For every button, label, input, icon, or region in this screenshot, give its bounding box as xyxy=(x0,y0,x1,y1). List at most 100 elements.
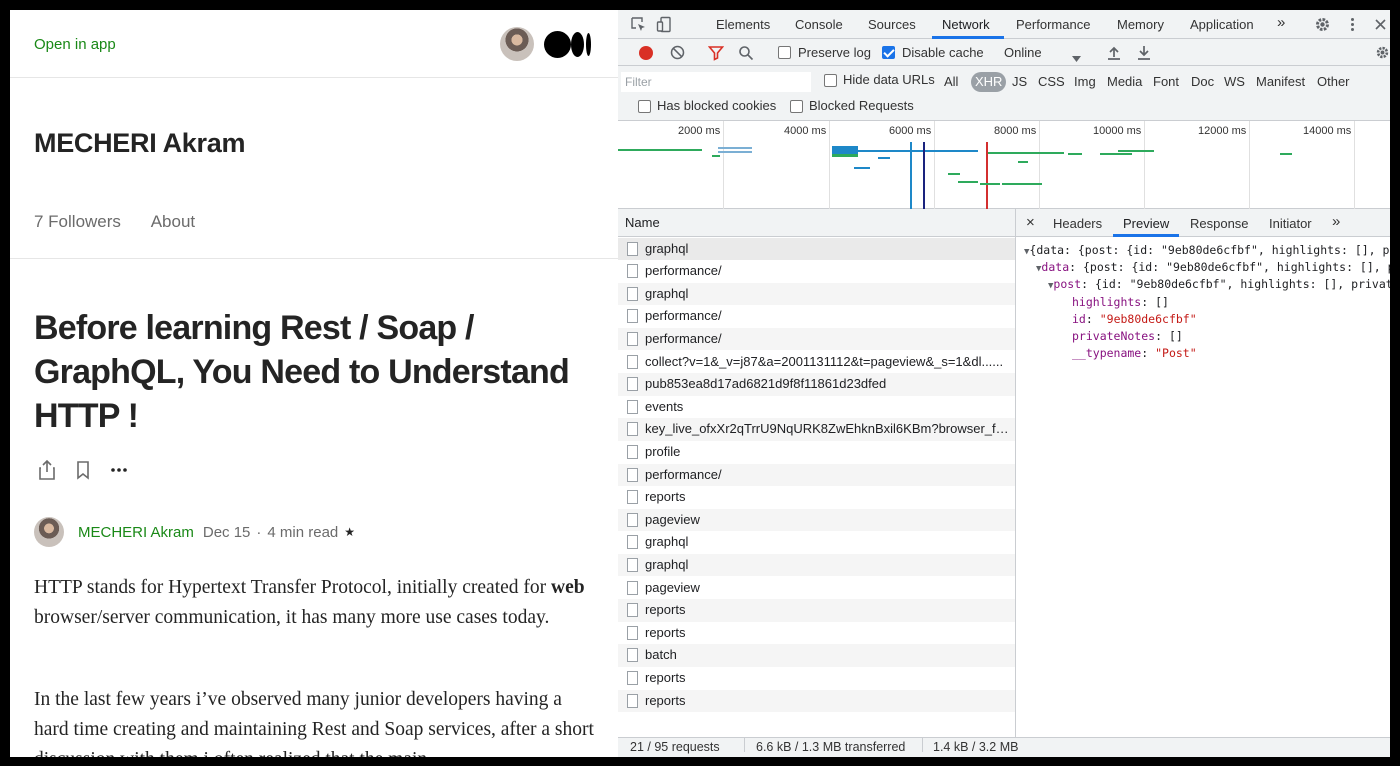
request-row[interactable]: profile xyxy=(618,441,1015,464)
bookmark-icon[interactable] xyxy=(72,459,94,481)
file-icon xyxy=(627,286,638,301)
tab-network[interactable]: Network xyxy=(942,17,990,32)
request-row[interactable]: reports xyxy=(618,486,1015,509)
request-row[interactable]: graphql xyxy=(618,531,1015,554)
close-detail-icon[interactable]: × xyxy=(1026,214,1035,231)
record-icon[interactable] xyxy=(639,46,653,60)
request-row[interactable]: performance/ xyxy=(618,260,1015,283)
request-name: profile xyxy=(645,443,681,459)
file-icon xyxy=(627,264,638,279)
chevron-down-icon[interactable] xyxy=(1072,50,1081,65)
json-highlights-line: highlights: [] xyxy=(1072,295,1169,309)
medium-logo[interactable] xyxy=(544,31,594,58)
device-toolbar-icon[interactable] xyxy=(656,16,673,33)
request-row[interactable]: batch xyxy=(618,644,1015,667)
request-row[interactable]: reports xyxy=(618,622,1015,645)
type-filter-all[interactable]: All xyxy=(944,72,958,92)
request-row[interactable]: graphql xyxy=(618,237,1015,261)
request-row[interactable]: performance/ xyxy=(618,327,1015,351)
request-row[interactable]: collect?v=1&_v=j87&a=2001131112&t=pagevi… xyxy=(618,351,1015,374)
file-icon xyxy=(627,693,638,708)
close-devtools-icon[interactable] xyxy=(1372,16,1389,33)
filter-icon[interactable] xyxy=(707,45,725,64)
preserve-log-checkbox[interactable] xyxy=(778,46,791,59)
settings-gear-icon[interactable] xyxy=(1314,16,1331,33)
request-row[interactable]: events xyxy=(618,396,1015,419)
request-row[interactable]: reports xyxy=(618,599,1015,622)
detail-tab-headers[interactable]: Headers xyxy=(1053,216,1102,231)
type-filter-manifest[interactable]: Manifest xyxy=(1256,72,1305,92)
export-har-icon[interactable] xyxy=(1137,45,1151,63)
followers-link[interactable]: 7 Followers xyxy=(34,212,121,231)
type-filter-css[interactable]: CSS xyxy=(1038,72,1065,92)
json-post-line[interactable]: ▼post: {id: "9eb80de6cfbf", highlights: … xyxy=(1048,276,1390,295)
more-detail-tabs-button[interactable]: » xyxy=(1332,213,1340,230)
profile-author-name[interactable]: MECHERI Akram xyxy=(34,128,245,159)
network-overview-timeline[interactable]: 2000 ms 4000 ms 6000 ms 8000 ms 10000 ms… xyxy=(618,121,1390,209)
tab-elements[interactable]: Elements xyxy=(716,17,770,32)
type-filter-xhr[interactable]: XHR xyxy=(971,72,1007,92)
hide-data-urls-label: Hide data URLs xyxy=(843,72,935,87)
hide-data-urls-checkbox[interactable] xyxy=(824,74,837,87)
tab-memory[interactable]: Memory xyxy=(1117,17,1164,32)
article-paragraph-1: HTTP stands for Hypertext Transfer Proto… xyxy=(34,573,594,633)
search-icon[interactable] xyxy=(738,45,754,64)
has-blocked-cookies-label: Has blocked cookies xyxy=(657,98,777,113)
type-filter-media[interactable]: Media xyxy=(1107,72,1142,92)
type-filter-img[interactable]: Img xyxy=(1074,72,1096,92)
inspect-element-icon[interactable] xyxy=(630,16,647,33)
tab-console[interactable]: Console xyxy=(795,17,843,32)
has-blocked-cookies-checkbox[interactable] xyxy=(638,100,651,113)
request-row[interactable]: graphql xyxy=(618,282,1015,306)
clear-icon[interactable] xyxy=(670,45,685,63)
tab-application[interactable]: Application xyxy=(1190,17,1254,32)
tab-performance[interactable]: Performance xyxy=(1016,17,1090,32)
network-status-bar: 21 / 95 requests 6.6 kB / 1.3 MB transfe… xyxy=(618,737,1390,757)
request-detail-panel: × Headers Preview Response Initiator » ▼… xyxy=(1016,209,1390,737)
detail-tab-preview[interactable]: Preview xyxy=(1123,216,1169,231)
detail-tab-response[interactable]: Response xyxy=(1190,216,1249,231)
request-row[interactable]: pageview xyxy=(618,577,1015,600)
resources-size: 1.4 kB / 3.2 MB xyxy=(933,740,1019,754)
request-name: reports xyxy=(645,669,686,685)
blocked-requests-checkbox[interactable] xyxy=(790,100,803,113)
type-filter-ws[interactable]: WS xyxy=(1224,72,1245,92)
request-row[interactable]: pageview xyxy=(618,508,1015,532)
request-row[interactable]: performance/ xyxy=(618,305,1015,328)
disable-cache-checkbox[interactable] xyxy=(882,46,895,59)
detail-tab-initiator[interactable]: Initiator xyxy=(1269,216,1312,231)
file-icon xyxy=(627,422,638,437)
kebab-menu-icon[interactable] xyxy=(1344,16,1361,33)
json-key: id xyxy=(1072,312,1086,326)
type-filter-js[interactable]: JS xyxy=(1012,72,1027,92)
request-row[interactable]: key_live_ofxXr2qTrrU9NqURK8ZwEhknBxil6KB… xyxy=(618,418,1015,441)
overview-waterfall-bars xyxy=(618,142,1292,209)
user-avatar[interactable] xyxy=(500,27,534,61)
tab-sources[interactable]: Sources xyxy=(868,17,916,32)
import-har-icon[interactable] xyxy=(1107,45,1121,63)
request-row[interactable]: performance/ xyxy=(618,463,1015,487)
about-link[interactable]: About xyxy=(151,212,195,231)
request-row[interactable]: reports xyxy=(618,667,1015,690)
json-summary: {id: "9eb80de6cfbf", highlights: [], pri… xyxy=(1094,277,1390,291)
open-in-app-link[interactable]: Open in app xyxy=(34,36,116,53)
name-column-header[interactable]: Name xyxy=(618,209,1015,237)
throttling-select[interactable]: Online xyxy=(1004,45,1042,60)
more-tabs-button[interactable]: » xyxy=(1277,14,1285,31)
request-row[interactable]: reports xyxy=(618,689,1015,713)
byline-author[interactable]: MECHERI Akram xyxy=(78,524,194,541)
author-avatar[interactable] xyxy=(34,517,64,547)
blocked-requests-label: Blocked Requests xyxy=(809,98,914,113)
share-icon[interactable] xyxy=(36,459,58,481)
request-name: pub853ea8d17ad6821d9f8f11861d23dfed xyxy=(645,376,887,392)
more-options-icon[interactable] xyxy=(108,459,130,481)
type-filter-other[interactable]: Other xyxy=(1317,72,1350,92)
network-settings-gear-icon[interactable] xyxy=(1375,45,1390,63)
type-filter-doc[interactable]: Doc xyxy=(1191,72,1214,92)
byline-separator: · xyxy=(256,523,262,541)
type-filter-font[interactable]: Font xyxy=(1153,72,1179,92)
request-row[interactable]: graphql xyxy=(618,553,1015,577)
medium-top-bar: Open in app xyxy=(10,10,618,78)
request-row[interactable]: pub853ea8d17ad6821d9f8f11861d23dfed xyxy=(618,373,1015,396)
filter-input[interactable]: Filter xyxy=(621,72,811,92)
